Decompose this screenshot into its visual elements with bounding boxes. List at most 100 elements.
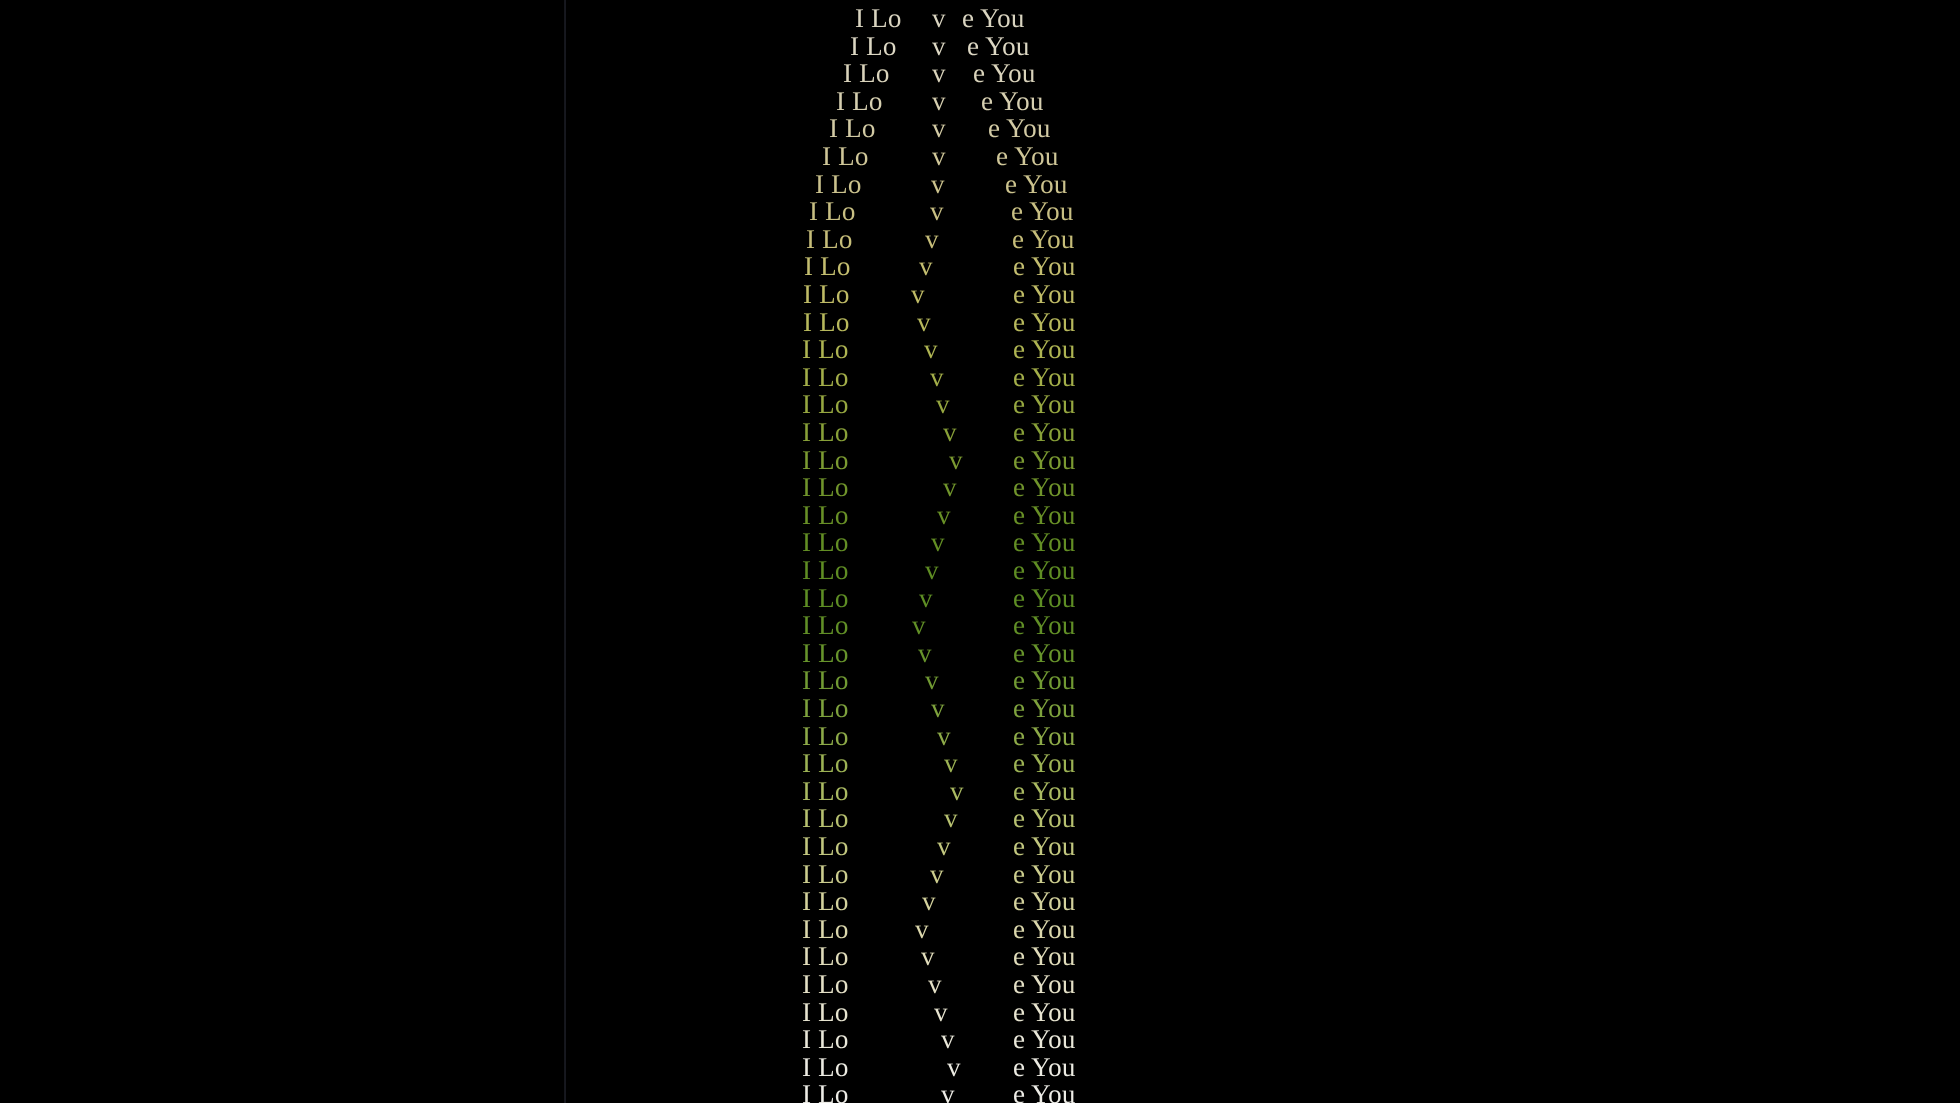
segment-i-lo: I Lo (802, 361, 849, 392)
segment-e-you: e You (1013, 472, 1076, 503)
segment-e-you: e You (1013, 251, 1076, 282)
love-line: I Lo v e You (0, 637, 1960, 668)
segment-e-you: e You (1013, 279, 1076, 309)
segment-i-lo: I Lo (802, 1079, 849, 1103)
love-line: I Lo v e You (0, 253, 1960, 280)
segment-i-lo: I Lo (802, 610, 849, 641)
love-line: I Lo v e You (0, 805, 1960, 832)
love-line: I Lo v e You (0, 1051, 1960, 1082)
love-text-block: I Lo v e You I Lo v e You I Lo v e You I Lo v e You… (0, 0, 1960, 1103)
segment-e-you: e You (1013, 582, 1076, 613)
segment-v: v (931, 168, 945, 199)
segment-v: v (932, 30, 946, 61)
segment-i-lo: I Lo (843, 58, 890, 89)
love-line: I Lo v e You (0, 168, 1960, 199)
segment-v: v (930, 196, 944, 227)
segment-e-you: e You (1013, 610, 1076, 641)
love-line: I Lo v e You (0, 529, 1960, 556)
segment-i-lo: I Lo (802, 389, 849, 420)
segment-e-you: e You (1013, 499, 1076, 530)
segment-e-you: e You (1013, 361, 1076, 392)
segment-v: v (921, 941, 935, 972)
segment-v: v (941, 1079, 955, 1103)
love-line: I Lo v e You (0, 361, 1960, 392)
segment-v: v (918, 637, 932, 668)
segment-v: v (947, 1051, 961, 1082)
segment-e-you: e You (1013, 748, 1076, 779)
segment-i-lo: I Lo (802, 555, 849, 585)
segment-i-lo: I Lo (803, 279, 850, 309)
segment-e-you: e You (981, 85, 1044, 116)
segment-e-you: e You (1013, 913, 1076, 944)
love-line: I Lo v e You (0, 888, 1960, 915)
segment-e-you: e You (1013, 1024, 1076, 1055)
segment-e-you: e You (1013, 941, 1076, 972)
segment-i-lo: I Lo (802, 803, 849, 834)
segment-v: v (925, 223, 939, 254)
love-line: I Lo v e You (0, 913, 1960, 944)
segment-e-you: e You (1013, 527, 1076, 558)
love-line: I Lo v e You (0, 281, 1960, 308)
love-line: I Lo v e You (0, 198, 1960, 225)
love-line: I Lo v e You (0, 223, 1960, 254)
segment-i-lo: I Lo (802, 417, 849, 447)
love-line: I Lo v e You (0, 419, 1960, 446)
segment-i-lo: I Lo (809, 196, 856, 227)
segment-e-you: e You (996, 141, 1059, 171)
love-line: I Lo v e You (0, 143, 1960, 170)
segment-v: v (934, 996, 948, 1027)
segment-v: v (932, 3, 946, 33)
segment-v: v (930, 361, 944, 392)
love-line: I Lo v e You (0, 1026, 1960, 1053)
segment-e-you: e You (1013, 831, 1076, 861)
segment-i-lo: I Lo (829, 113, 876, 144)
love-line: I Lo v e You (0, 720, 1960, 751)
segment-v: v (911, 279, 925, 309)
segment-i-lo: I Lo (802, 775, 849, 806)
segment-i-lo: I Lo (802, 527, 849, 558)
segment-e-you: e You (988, 113, 1051, 144)
love-line: I Lo v e You (0, 833, 1960, 860)
love-line: I Lo v e You (0, 582, 1960, 613)
segment-e-you: e You (1013, 886, 1076, 917)
segment-i-lo: I Lo (802, 499, 849, 530)
segment-v: v (931, 693, 945, 723)
love-line: I Lo v e You (0, 306, 1960, 337)
segment-e-you: e You (1013, 720, 1076, 751)
segment-v: v (932, 141, 946, 171)
love-line: I Lo v e You (0, 775, 1960, 806)
segment-e-you: e You (1012, 223, 1075, 254)
love-line: I Lo v e You (0, 612, 1960, 639)
segment-i-lo: I Lo (804, 251, 851, 282)
segment-e-you: e You (1013, 306, 1076, 337)
segment-e-you: e You (1011, 196, 1074, 227)
segment-i-lo: I Lo (802, 334, 849, 365)
segment-i-lo: I Lo (802, 969, 849, 999)
segment-i-lo: I Lo (802, 748, 849, 779)
segment-e-you: e You (1013, 334, 1076, 365)
love-line: I Lo v e You (0, 474, 1960, 501)
love-wall-screen: I Lo v e You I Lo v e You I Lo v e You I Lo v e You… (0, 0, 1960, 1103)
segment-e-you: e You (1013, 637, 1076, 668)
segment-e-you: e You (1013, 996, 1076, 1027)
segment-v: v (915, 913, 929, 944)
love-line: I Lo v e You (0, 1081, 1960, 1103)
love-line: I Lo v e You (0, 996, 1960, 1027)
segment-i-lo: I Lo (850, 30, 897, 61)
segment-e-you: e You (1013, 775, 1076, 806)
love-line: I Lo v e You (0, 499, 1960, 530)
segment-v: v (922, 886, 936, 917)
segment-e-you: e You (967, 30, 1030, 61)
segment-v: v (925, 555, 939, 585)
segment-v: v (937, 831, 951, 861)
love-line: I Lo v e You (0, 85, 1960, 116)
segment-e-you: e You (1013, 1051, 1076, 1082)
segment-i-lo: I Lo (802, 913, 849, 944)
segment-v: v (950, 775, 964, 806)
segment-i-lo: I Lo (815, 168, 862, 199)
love-line: I Lo v e You (0, 60, 1960, 87)
segment-v: v (949, 444, 963, 475)
segment-v: v (944, 748, 958, 779)
segment-v: v (924, 334, 938, 365)
segment-i-lo: I Lo (802, 831, 849, 861)
